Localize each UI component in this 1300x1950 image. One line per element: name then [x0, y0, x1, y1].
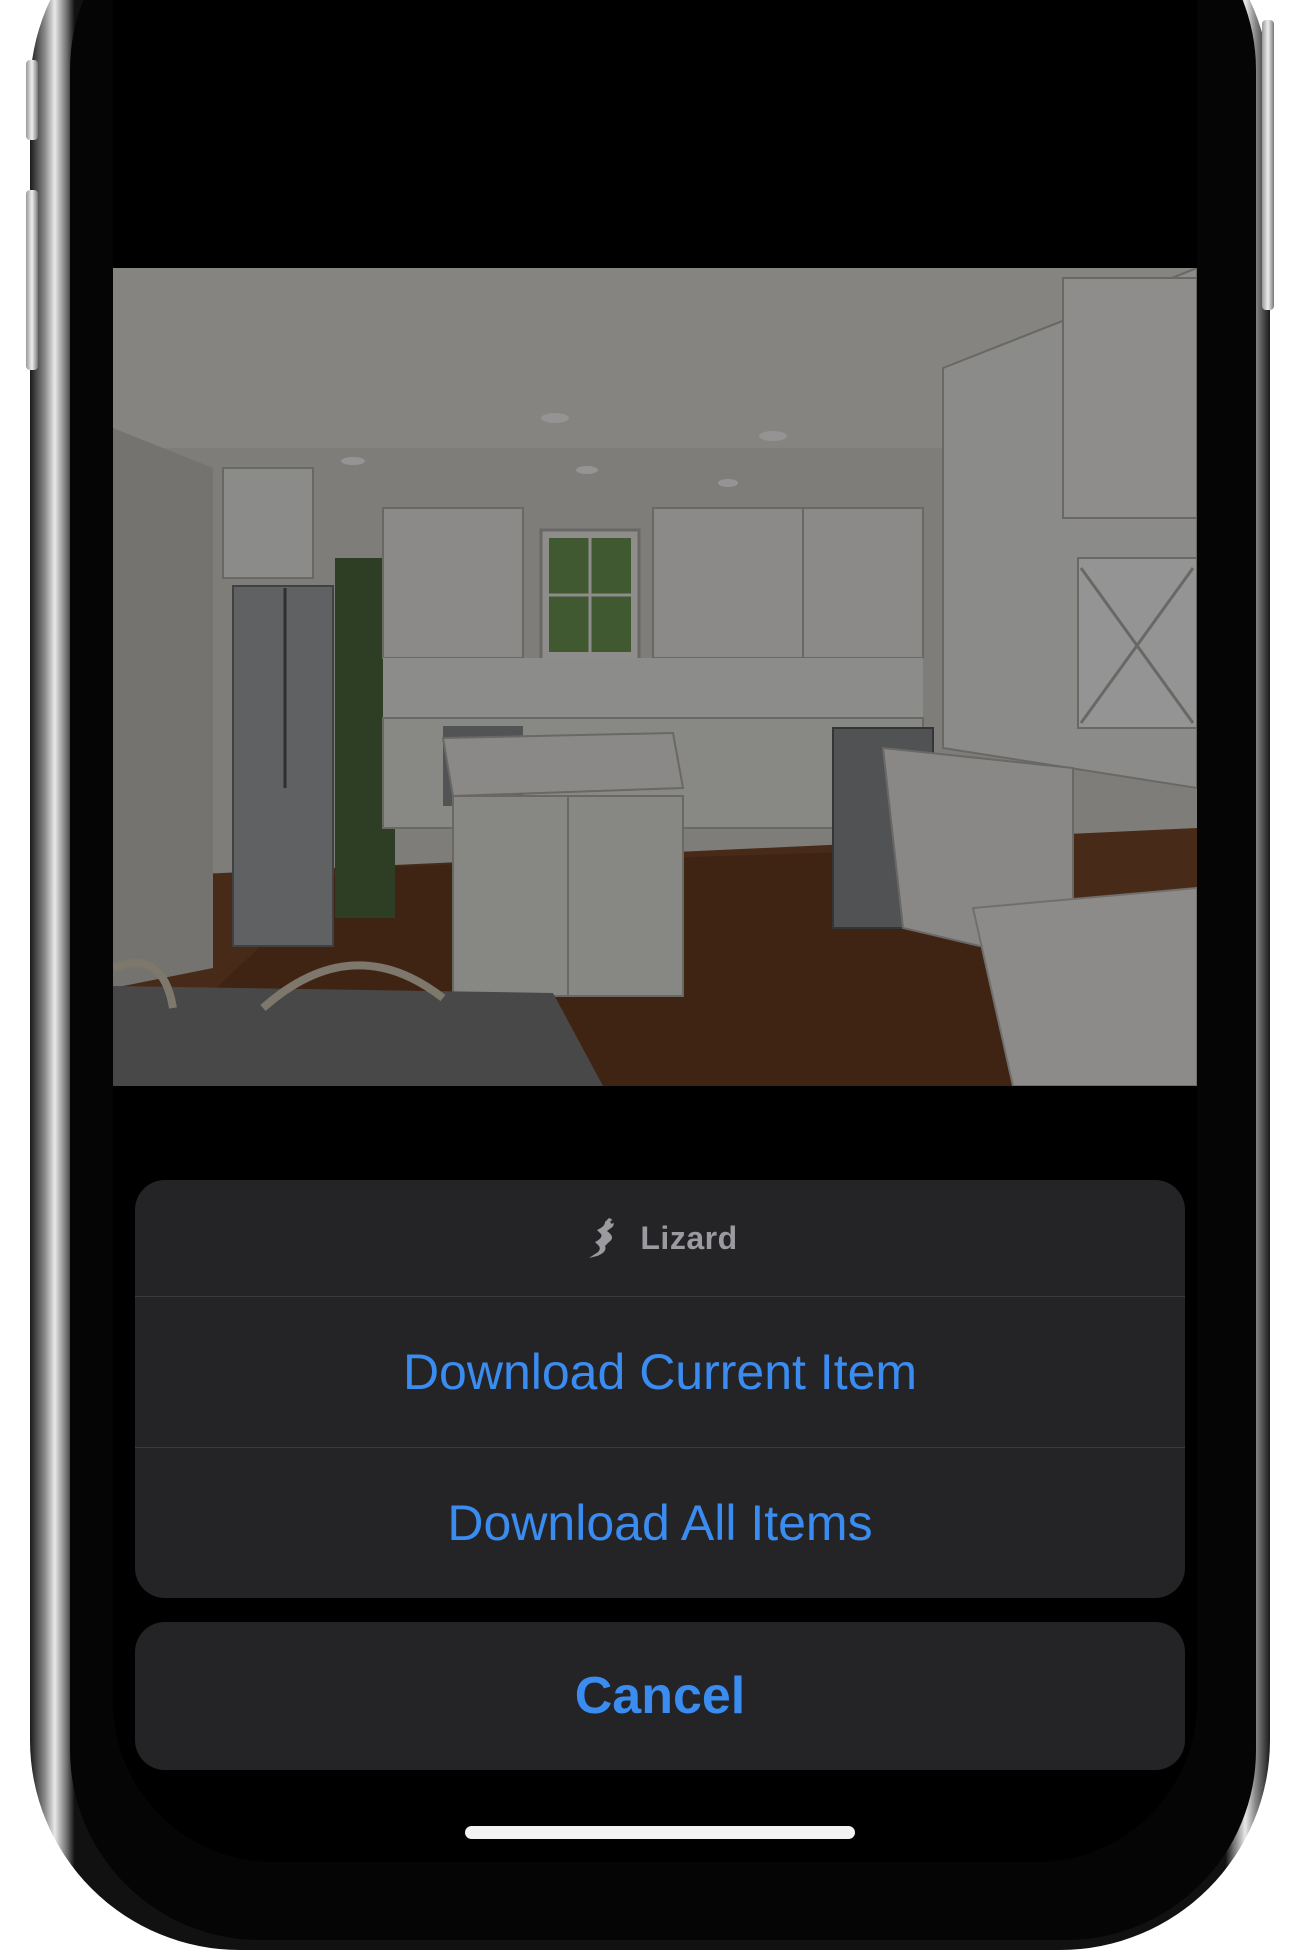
- download-all-items-button[interactable]: Download All Items: [135, 1448, 1185, 1598]
- home-indicator[interactable]: [465, 1826, 855, 1839]
- lizard-icon: [582, 1215, 628, 1261]
- phone-volume-button-bottom: [26, 190, 38, 370]
- action-sheet: Lizard Download Current Item Download Al…: [135, 1180, 1185, 1598]
- cancel-button[interactable]: Cancel: [135, 1622, 1185, 1770]
- kitchen-photo: [113, 268, 1197, 1086]
- phone-power-button: [1262, 20, 1274, 310]
- cancel-label: Cancel: [574, 1667, 746, 1725]
- device-mockup: Lizard Download Current Item Download Al…: [0, 0, 1300, 1950]
- action-sheet-header: Lizard: [135, 1180, 1185, 1297]
- kitchen-photo-illustration: [113, 268, 1197, 1086]
- phone-screen: Lizard Download Current Item Download Al…: [113, 0, 1197, 1862]
- app-name-label: Lizard: [640, 1219, 738, 1256]
- download-all-items-label: Download All Items: [447, 1495, 873, 1551]
- download-current-item-button[interactable]: Download Current Item: [135, 1297, 1185, 1448]
- download-current-item-label: Download Current Item: [402, 1344, 918, 1400]
- phone-volume-button-top: [26, 60, 38, 140]
